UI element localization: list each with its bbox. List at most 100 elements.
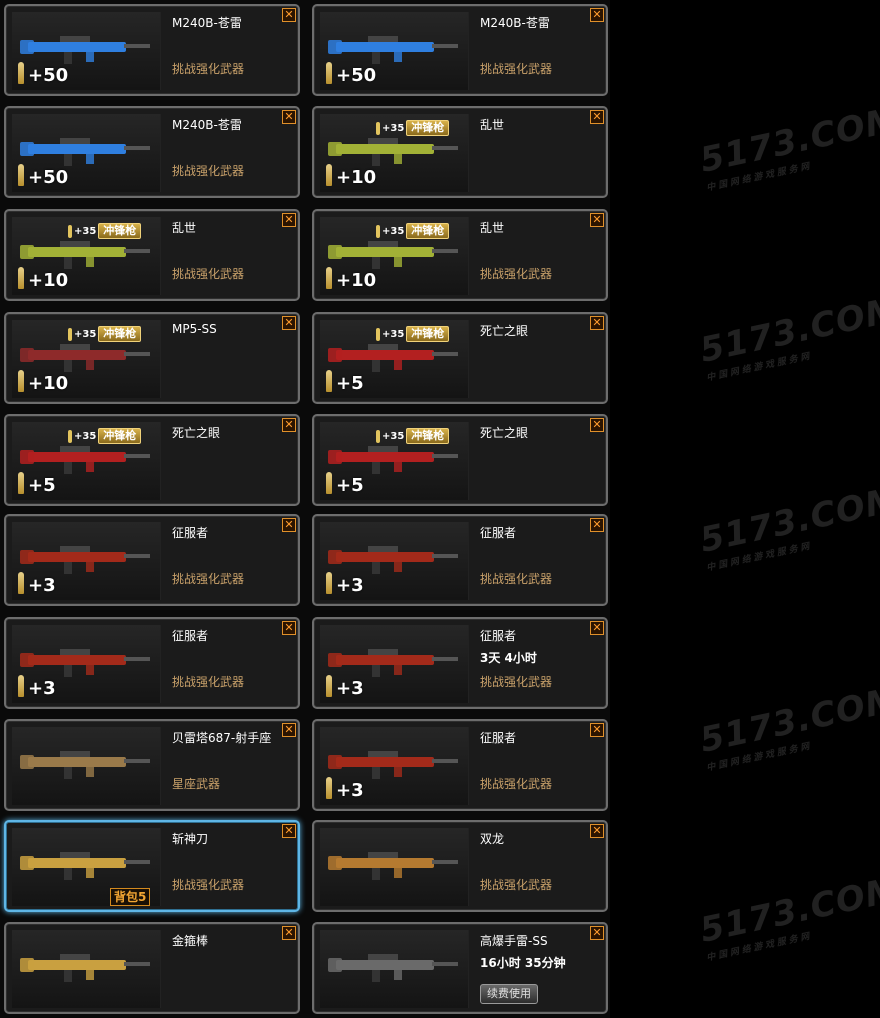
weapon-image xyxy=(328,743,460,783)
weapon-name: 贝雷塔687-射手座 xyxy=(172,731,272,745)
close-icon[interactable]: ✕ xyxy=(282,418,296,432)
close-icon[interactable]: ✕ xyxy=(590,518,604,532)
close-icon[interactable]: ✕ xyxy=(282,110,296,124)
weapon-name: 金箍棒 xyxy=(172,934,209,948)
weapon-image xyxy=(20,233,152,273)
close-icon[interactable]: ✕ xyxy=(590,723,604,737)
close-icon[interactable]: ✕ xyxy=(590,926,604,940)
weapon-thumbnail: +3 xyxy=(320,522,469,600)
weapon-thumbnail xyxy=(12,930,161,1008)
weapon-name: 斩神刀 xyxy=(172,832,209,846)
inventory-slot[interactable]: +3 征服者 挑战强化武器 ✕ xyxy=(4,514,300,606)
inventory-slot[interactable]: +50 M240B-苍雷 挑战强化武器 ✕ xyxy=(4,4,300,96)
close-icon[interactable]: ✕ xyxy=(282,723,296,737)
enhance-level: +3 xyxy=(336,575,364,596)
bullet-icon xyxy=(326,777,332,799)
inventory-slot[interactable]: 背包5 斩神刀 挑战强化武器 ✕ xyxy=(4,820,300,912)
bullet-icon xyxy=(376,429,380,443)
weapon-name: 双龙 xyxy=(480,832,505,846)
weapon-image xyxy=(20,438,152,478)
watermark: 5173.COM 中国网络游戏服务网 xyxy=(696,99,880,194)
weapon-type-badge: +35 冲锋枪 xyxy=(376,223,450,239)
weapon-image xyxy=(20,844,152,884)
weapon-thumbnail: +10 +35 冲锋枪 xyxy=(12,320,161,398)
enhance-level: +10 xyxy=(336,167,377,188)
bullet-icon xyxy=(68,224,72,238)
weapon-category: 挑战强化武器 xyxy=(480,777,553,791)
weapon-image xyxy=(328,538,460,578)
bullet-icon xyxy=(326,267,332,289)
weapon-image xyxy=(20,538,152,578)
weapon-category: 星座武器 xyxy=(172,777,221,791)
inventory-slot[interactable]: +3 征服者挑战强化武器 ✕ xyxy=(312,719,608,811)
inventory-slot[interactable]: 高爆手雷-SS 16小时 35分钟 续费使用 ✕ xyxy=(312,922,608,1014)
weapon-name: M240B-苍雷 xyxy=(480,16,550,30)
inventory-slot[interactable]: +50 M240B-苍雷 挑战强化武器 ✕ xyxy=(312,4,608,96)
close-icon[interactable]: ✕ xyxy=(590,621,604,635)
badge-type: 冲锋枪 xyxy=(406,326,450,342)
close-icon[interactable]: ✕ xyxy=(590,824,604,838)
weapon-name: M240B-苍雷 xyxy=(172,16,242,30)
weapon-thumbnail: +50 xyxy=(320,12,469,90)
inventory-slot[interactable]: +3 征服者 3天 4小时 挑战强化武器 ✕ xyxy=(312,617,608,709)
weapon-thumbnail: +3 xyxy=(320,727,469,805)
inventory-slot[interactable]: +5 +35 冲锋枪 死亡之眼 ✕ xyxy=(4,414,300,506)
close-icon[interactable]: ✕ xyxy=(590,213,604,227)
inventory-slot[interactable]: +3 征服者 挑战强化武器 ✕ xyxy=(4,617,300,709)
close-icon[interactable]: ✕ xyxy=(282,518,296,532)
weapon-type-badge: +35 冲锋枪 xyxy=(376,326,450,342)
bullet-icon xyxy=(68,429,72,443)
close-icon[interactable]: ✕ xyxy=(282,213,296,227)
watermark: 5173.COM 中国网络游戏服务网 xyxy=(696,289,880,384)
inventory-slot[interactable]: +10 +35 冲锋枪 乱世 挑战强化武器 ✕ xyxy=(4,209,300,301)
badge-type: 冲锋枪 xyxy=(406,223,450,239)
weapon-thumbnail: +5 +35 冲锋枪 xyxy=(320,320,469,398)
weapon-thumbnail: +3 xyxy=(12,522,161,600)
bullet-icon xyxy=(376,121,380,135)
weapon-type-badge: +35 冲锋枪 xyxy=(376,120,450,136)
weapon-image xyxy=(20,946,152,986)
close-icon[interactable]: ✕ xyxy=(282,824,296,838)
weapon-name: 征服者 xyxy=(480,731,517,745)
weapon-category: 挑战强化武器 xyxy=(172,267,245,281)
inventory-slot[interactable]: +10 +35 冲锋枪 乱世 ✕ xyxy=(312,106,608,198)
inventory-slot[interactable]: +10 +35 冲锋枪 MP5-SS ✕ xyxy=(4,312,300,404)
inventory-slot[interactable]: +3 征服者 挑战强化武器 ✕ xyxy=(312,514,608,606)
weapon-type-badge: +35 冲锋枪 xyxy=(376,428,450,444)
close-icon[interactable]: ✕ xyxy=(590,316,604,330)
enhance-level: +10 xyxy=(28,373,69,394)
close-icon[interactable]: ✕ xyxy=(590,110,604,124)
weapon-thumbnail: +50 xyxy=(12,12,161,90)
bullet-icon xyxy=(326,62,332,84)
badge-type: 冲锋枪 xyxy=(406,428,450,444)
inventory-slot[interactable]: +5 +35 冲锋枪 死亡之眼 ✕ xyxy=(312,414,608,506)
weapon-name: 死亡之眼 xyxy=(480,324,529,338)
bullet-icon xyxy=(18,62,24,84)
inventory-slot[interactable]: 贝雷塔687-射手座 星座武器 ✕ xyxy=(4,719,300,811)
bullet-icon xyxy=(376,224,380,238)
weapon-category: 挑战强化武器 xyxy=(480,878,553,892)
close-icon[interactable]: ✕ xyxy=(282,621,296,635)
inventory-slot[interactable]: +50 M240B-苍雷 挑战强化武器 ✕ xyxy=(4,106,300,198)
renew-button[interactable]: 续费使用 xyxy=(480,984,538,1004)
close-icon[interactable]: ✕ xyxy=(590,418,604,432)
inventory-slot[interactable]: +10 +35 冲锋枪 乱世 挑战强化武器 ✕ xyxy=(312,209,608,301)
weapon-image xyxy=(20,743,152,783)
badge-bonus: +35 xyxy=(382,328,405,340)
close-icon[interactable]: ✕ xyxy=(590,8,604,22)
weapon-image xyxy=(328,641,460,681)
weapon-name: 征服者 xyxy=(480,526,517,540)
badge-bonus: +35 xyxy=(382,122,405,134)
inventory-slot[interactable]: +5 +35 冲锋枪 死亡之眼 ✕ xyxy=(312,312,608,404)
close-icon[interactable]: ✕ xyxy=(282,8,296,22)
inventory-slot[interactable]: 金箍棒 ✕ xyxy=(4,922,300,1014)
inventory-slot[interactable]: 双龙挑战强化武器 ✕ xyxy=(312,820,608,912)
weapon-category: 挑战强化武器 xyxy=(480,62,553,76)
weapon-thumbnail: +5 +35 冲锋枪 xyxy=(12,422,161,500)
close-icon[interactable]: ✕ xyxy=(282,316,296,330)
bullet-icon xyxy=(326,164,332,186)
badge-type: 冲锋枪 xyxy=(406,120,450,136)
weapon-name: 征服者 xyxy=(480,629,517,643)
weapon-thumbnail: +3 xyxy=(320,625,469,703)
close-icon[interactable]: ✕ xyxy=(282,926,296,940)
